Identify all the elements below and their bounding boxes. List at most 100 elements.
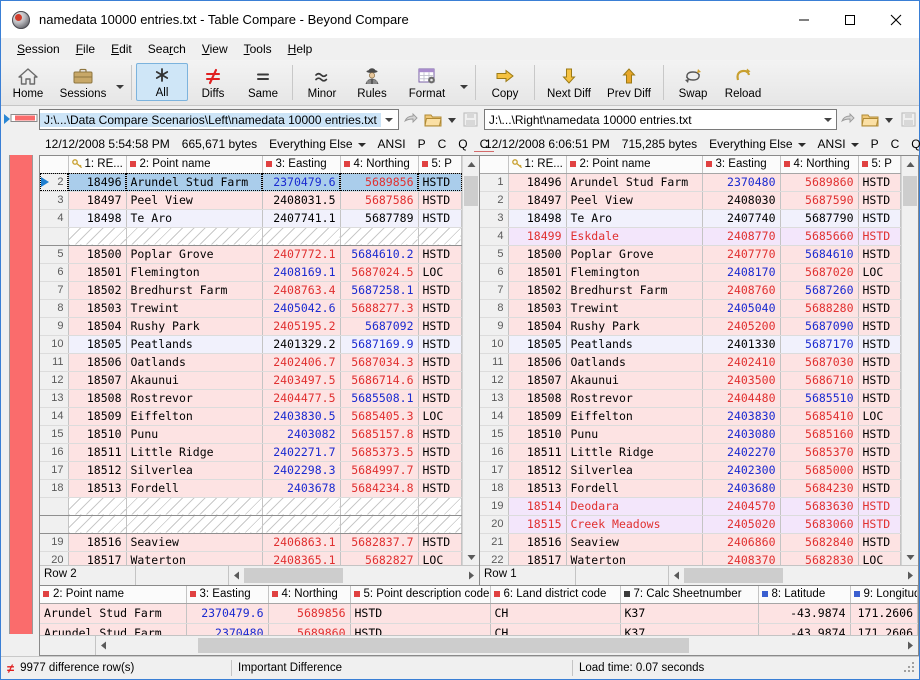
cell-point-description-code[interactable]: HSTD (858, 209, 901, 228)
cell-point-description-code[interactable]: HSTD (858, 479, 901, 498)
detail-cell-easting[interactable]: 2370480 (186, 623, 269, 635)
cell-point-description-code[interactable]: HSTD (418, 353, 462, 372)
left-format-dropdown[interactable]: Everything Else (263, 137, 371, 151)
cell-record-id[interactable] (68, 226, 127, 246)
right-col-header-5[interactable]: 5: P (858, 156, 901, 174)
right-path-combo[interactable]: J:\...\Right\namedata 10000 entries.txt (483, 109, 837, 130)
cell-easting[interactable]: 2407741.1 (262, 209, 341, 228)
cell-point-description-code[interactable] (418, 496, 462, 516)
cell-record-id[interactable]: 18517 (68, 551, 127, 565)
cell-point-name[interactable]: Arundel Stud Farm (566, 173, 703, 192)
cell-northing[interactable] (340, 514, 419, 534)
toolbar-sessions-button[interactable]: Sessions (53, 60, 113, 105)
cell-record-id[interactable]: 18505 (68, 335, 127, 354)
cell-point-description-code[interactable]: HSTD (418, 209, 462, 228)
cell-point-name[interactable] (126, 496, 263, 516)
cell-point-description-code[interactable]: LOC (418, 551, 462, 565)
table-row[interactable]: 13 18508 Rostrevor 2404480 5685510 HSTD (480, 389, 901, 408)
toolbar-minor-button[interactable]: Minor (297, 60, 347, 105)
cell-point-name[interactable]: Poplar Grove (566, 245, 703, 264)
toolbar-diffs-button[interactable]: Diffs (188, 60, 238, 105)
table-row[interactable]: 8 18503 Trewint 2405040 5688280 HSTD (480, 299, 901, 318)
detail-cell-calc-sheetnumber[interactable]: K37 (620, 623, 759, 635)
cell-point-name[interactable]: Creek Meadows (566, 515, 703, 534)
cell-northing[interactable]: 5685370 (780, 443, 859, 462)
cell-point-description-code[interactable]: HSTD (418, 371, 462, 390)
table-row[interactable]: 13 18508 Rostrevor 2404477.5 5685508.1 HSTD (40, 389, 462, 408)
detail-col-header-7[interactable]: 7: Calc Sheetnumber (620, 586, 759, 604)
left-hscroll-track[interactable] (244, 568, 464, 583)
cell-easting[interactable]: 2403497.5 (262, 371, 341, 390)
cell-point-name[interactable]: Oatlands (126, 353, 263, 372)
cell-point-name[interactable]: Flemington (126, 263, 263, 282)
right-grid[interactable]: 1: RE... 2: Point name 3: Easting 4: Nor… (480, 156, 901, 565)
left-flag-c[interactable]: C (432, 137, 453, 151)
cell-point-description-code[interactable]: HSTD (858, 389, 901, 408)
cell-record-id[interactable]: 18501 (508, 263, 567, 282)
right-col-header-3[interactable]: 3: Easting (702, 156, 781, 174)
cell-easting[interactable]: 2405020 (702, 515, 781, 534)
cell-record-id[interactable]: 18501 (68, 263, 127, 282)
left-col-header-1[interactable]: 1: RE... (68, 156, 127, 174)
cell-point-description-code[interactable]: LOC (858, 551, 901, 565)
cell-easting[interactable]: 2408760 (702, 281, 781, 300)
cell-point-description-code[interactable]: HSTD (418, 425, 462, 444)
cell-point-name[interactable]: Trewint (126, 299, 263, 318)
table-row[interactable]: 19 18514 Deodara 2404570 5683630 HSTD (480, 497, 901, 516)
cell-point-name[interactable]: Deodara (566, 497, 703, 516)
left-encoding[interactable]: ANSI (372, 137, 412, 151)
right-path-dropdown-icon[interactable] (819, 110, 836, 129)
detail-col-header-8[interactable]: 8: Latitude (758, 586, 851, 604)
cell-record-id[interactable]: 18504 (68, 317, 127, 336)
cell-point-name[interactable]: Peel View (126, 191, 263, 210)
table-row[interactable]: 6 18501 Flemington 2408170 5687020 LOC (480, 263, 901, 282)
table-gap-row[interactable] (40, 496, 462, 516)
cell-northing[interactable]: 5687170 (780, 335, 859, 354)
detail-col-header-3[interactable]: 3: Easting (186, 586, 269, 604)
cell-northing[interactable]: 5687024.5 (340, 263, 419, 282)
cell-point-description-code[interactable]: HSTD (418, 281, 462, 300)
cell-northing[interactable]: 5687020 (780, 263, 859, 282)
cell-point-description-code[interactable]: HSTD (858, 281, 901, 300)
cell-point-name[interactable]: Oatlands (566, 353, 703, 372)
cell-record-id[interactable]: 18502 (68, 281, 127, 300)
table-row[interactable]: 7 18502 Bredhurst Farm 2408760 5687260 HSTD (480, 281, 901, 300)
menu-edit[interactable]: Edit (103, 40, 140, 58)
cell-easting[interactable] (262, 496, 341, 516)
cell-record-id[interactable] (68, 514, 127, 534)
detail-horizontal-scrollbar[interactable] (96, 636, 918, 655)
cell-record-id[interactable]: 18517 (508, 551, 567, 565)
cell-point-description-code[interactable]: HSTD (418, 299, 462, 318)
cell-easting[interactable]: 2408031.5 (262, 191, 341, 210)
table-row[interactable]: 16 18511 Little Ridge 2402271.7 5685373.5 HST… (40, 443, 462, 462)
cell-record-id[interactable]: 18508 (68, 389, 127, 408)
table-row[interactable]: 3 18498 Te Aro 2407740 5687790 HSTD (480, 209, 901, 228)
detail-col-header-9[interactable]: 9: Longitude (850, 586, 918, 604)
table-row[interactable]: 17 18512 Silverlea 2402298.3 5684997.7 HSTD (40, 461, 462, 480)
cell-easting[interactable]: 2406863.1 (262, 533, 341, 552)
table-row[interactable]: 7 18502 Bredhurst Farm 2408763.4 5687258.1 HS… (40, 281, 462, 300)
cell-point-name[interactable]: Flemington (566, 263, 703, 282)
cell-easting[interactable]: 2405200 (702, 317, 781, 336)
detail-cell-point-description-code[interactable]: HSTD (350, 623, 491, 635)
cell-northing[interactable]: 5687169.9 (340, 335, 419, 354)
left-scroll-track[interactable] (463, 172, 479, 549)
cell-point-description-code[interactable]: HSTD (858, 461, 901, 480)
cell-record-id[interactable]: 18511 (68, 443, 127, 462)
right-hscroll-track[interactable] (684, 568, 903, 583)
cell-record-id[interactable] (68, 496, 127, 516)
cell-point-name[interactable]: Akaunui (566, 371, 703, 390)
cell-easting[interactable]: 2402298.3 (262, 461, 341, 480)
cell-record-id[interactable]: 18511 (508, 443, 567, 462)
right-scroll-thumb[interactable] (903, 176, 917, 206)
table-row[interactable]: 17 18512 Silverlea 2402300 5685000 HSTD (480, 461, 901, 480)
cell-record-id[interactable]: 18498 (68, 209, 127, 228)
cell-easting[interactable]: 2408169.1 (262, 263, 341, 282)
menu-view[interactable]: View (194, 40, 236, 58)
cell-northing[interactable]: 5685373.5 (340, 443, 419, 462)
table-row[interactable]: 4 18498 Te Aro 2407741.1 5687789 HSTD (40, 209, 462, 228)
cell-easting[interactable]: 2370479.6 (262, 173, 341, 192)
left-col-header-2[interactable]: 2: Point name (126, 156, 263, 174)
cell-easting[interactable]: 2403678 (262, 479, 341, 498)
detail-cell-easting[interactable]: 2370479.6 (186, 603, 269, 624)
